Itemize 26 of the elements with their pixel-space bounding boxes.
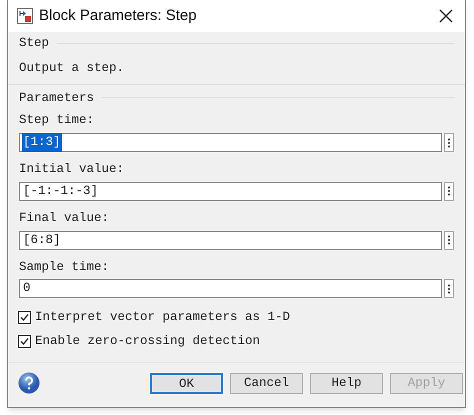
checkbox-label: Interpret vector parameters as 1-D — [35, 309, 290, 326]
field-label: Step time: — [19, 112, 96, 130]
input-field[interactable]: [-1:-1:-3] — [19, 182, 442, 201]
field-label: Initial value: — [19, 161, 126, 178]
group-title: Step — [19, 35, 50, 52]
description-text: Output a step. — [19, 60, 126, 77]
checkbox[interactable] — [18, 311, 31, 324]
more-button[interactable] — [444, 279, 454, 298]
more-button[interactable] — [444, 182, 454, 201]
dialog-button[interactable]: Cancel — [230, 372, 303, 394]
input-field[interactable]: [1:3] — [19, 133, 442, 152]
window-title: Block Parameters: Step — [39, 6, 197, 26]
dialog-button[interactable]: Help — [310, 372, 383, 394]
block-icon — [17, 8, 33, 24]
group-title: Parameters — [19, 90, 94, 106]
input-field[interactable]: [6:8] — [19, 230, 442, 250]
input-field[interactable]: 0 — [19, 279, 442, 298]
more-button[interactable] — [444, 230, 454, 250]
field-label: Sample time: — [19, 258, 110, 276]
field-label: Final value: — [19, 210, 110, 227]
help-icon[interactable] — [18, 372, 40, 394]
more-button[interactable] — [444, 133, 454, 152]
close-icon — [439, 9, 453, 23]
dialog-button[interactable]: OK — [150, 372, 223, 394]
checkbox[interactable] — [18, 334, 31, 348]
checkbox-label: Enable zero-crossing detection — [35, 333, 260, 350]
